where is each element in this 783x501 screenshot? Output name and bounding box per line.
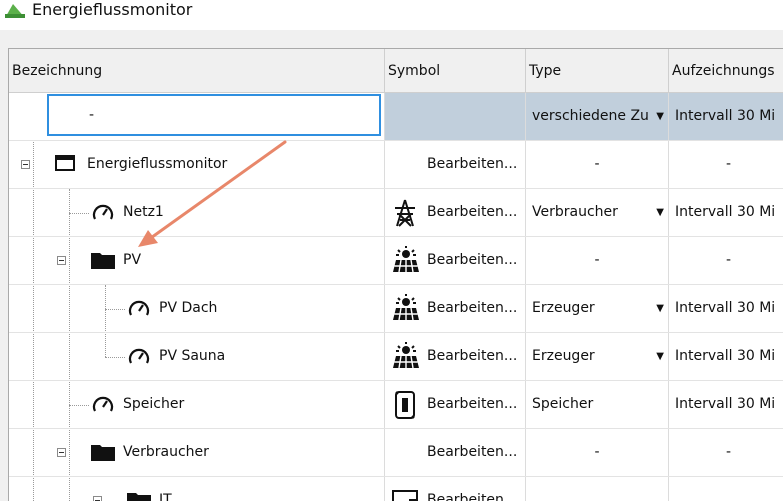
annotation-arrow — [138, 140, 287, 247]
